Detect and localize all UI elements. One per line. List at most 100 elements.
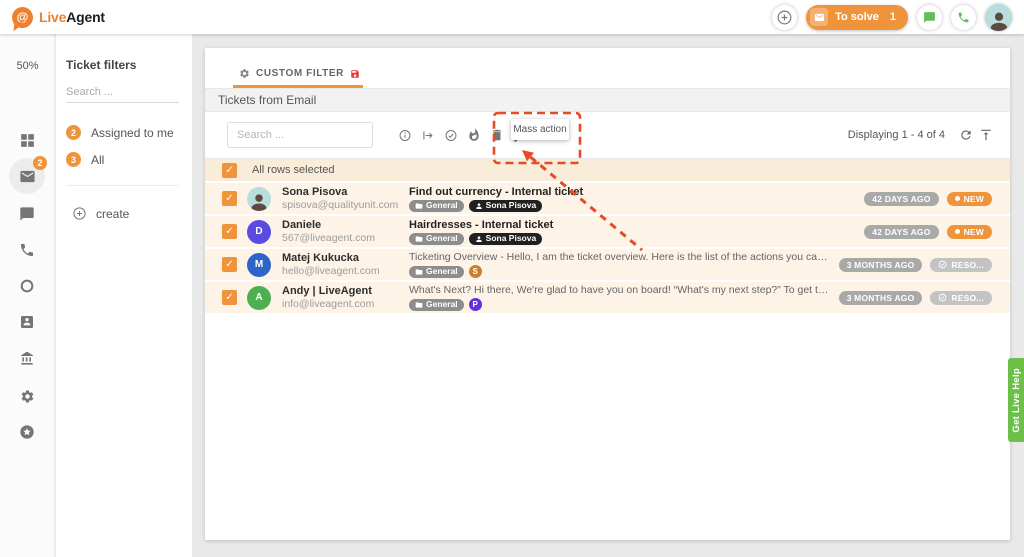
- requester-email: hello@liveagent.com: [282, 265, 402, 278]
- create-filter-button[interactable]: create: [72, 206, 129, 221]
- phone-icon: [19, 242, 35, 258]
- row-checkbox[interactable]: [222, 191, 237, 206]
- tag-circle[interactable]: P: [469, 298, 482, 311]
- get-live-help-button[interactable]: Get Live Help: [1008, 358, 1024, 442]
- capacity-label: 50%: [0, 60, 55, 72]
- time-badge: 3 MONTHS AGO: [839, 291, 923, 305]
- ticket-row[interactable]: Sona Pisova spisova@qualityunit.com Find…: [205, 183, 1010, 216]
- time-badge: 3 MONTHS AGO: [839, 258, 923, 272]
- tab-custom-filter[interactable]: CUSTOM FILTER: [233, 59, 366, 88]
- agent-tag[interactable]: Sona Pisova: [469, 233, 543, 245]
- tickets-card: CUSTOM FILTER Tickets from Email: [205, 48, 1010, 540]
- transfer-button[interactable]: [421, 125, 435, 145]
- row-badges: 42 DAYS AGO NEW: [864, 225, 992, 239]
- row-checkbox[interactable]: [222, 224, 237, 239]
- sidebar-item-contacts[interactable]: [9, 304, 45, 340]
- select-all-checkbox[interactable]: [222, 163, 237, 178]
- agent-label: Sona Pisova: [486, 199, 537, 212]
- ticket-subject: Find out currency - Internal ticket: [409, 186, 856, 199]
- agent-label: Sona Pisova: [486, 232, 537, 245]
- department-label: General: [426, 199, 458, 212]
- filter-name-bar: Tickets from Email: [205, 88, 1010, 112]
- star-circle-icon: [19, 424, 35, 440]
- department-label: General: [426, 232, 458, 245]
- to-solve-button[interactable]: To solve 1: [806, 5, 908, 30]
- displaying-label: Displaying 1 - 4 of 4: [848, 129, 945, 141]
- sidebar-item-social[interactable]: [9, 268, 45, 304]
- ticket-row[interactable]: M Matej Kukucka hello@liveagent.com Tick…: [205, 249, 1010, 282]
- requester-name: Andy | LiveAgent: [282, 285, 402, 298]
- spam-button[interactable]: [467, 125, 481, 145]
- add-button[interactable]: [772, 5, 797, 30]
- status-label: RESO...: [951, 260, 984, 270]
- ticket-subject: Hairdresses - Internal ticket: [409, 219, 856, 232]
- refresh-button[interactable]: [957, 125, 974, 145]
- sidebar-item-tickets[interactable]: 2: [9, 158, 45, 194]
- tag-circle[interactable]: S: [469, 265, 482, 278]
- toolbar-icons: [398, 125, 527, 145]
- status-badge: NEW: [947, 192, 992, 206]
- delete-button[interactable]: [490, 125, 504, 145]
- ticket-content: What's Next? Hi there, We're glad to hav…: [409, 284, 831, 311]
- person-icon: [475, 235, 483, 243]
- contact-card-icon: [19, 314, 35, 330]
- requester-name: Daniele: [282, 219, 402, 232]
- check-circle-icon: [444, 128, 458, 143]
- agent-tag[interactable]: Sona Pisova: [469, 200, 543, 212]
- department-tag[interactable]: General: [409, 200, 464, 212]
- ticket-tags: General Sona Pisova: [409, 233, 856, 245]
- envelope-icon: [810, 8, 828, 26]
- ticket-filters-panel: Ticket filters 2 Assigned to me 3 All cr…: [56, 34, 192, 557]
- toolbar: Displaying 1 - 4 of 4: [205, 112, 1010, 159]
- folder-icon: [415, 268, 423, 276]
- tickets-search-input[interactable]: [227, 122, 373, 148]
- department-tag[interactable]: General: [409, 266, 464, 278]
- requester-email: info@liveagent.com: [282, 298, 402, 311]
- ring-icon: [19, 278, 35, 294]
- info-button[interactable]: [398, 125, 412, 145]
- transfer-icon: [421, 128, 435, 143]
- row-checkbox[interactable]: [222, 257, 237, 272]
- save-icon[interactable]: [350, 69, 360, 79]
- panel-title: Ticket filters: [66, 58, 182, 72]
- sidebar-item-calls[interactable]: [9, 232, 45, 268]
- folder-icon: [415, 301, 423, 309]
- chats-button[interactable]: [917, 5, 942, 30]
- create-label: create: [96, 207, 129, 221]
- department-tag[interactable]: General: [409, 233, 464, 245]
- to-solve-count: 1: [890, 11, 896, 23]
- sidebar-item-addons[interactable]: [9, 414, 45, 450]
- avatar: [247, 187, 271, 211]
- requester: Andy | LiveAgent info@liveagent.com: [282, 285, 402, 311]
- resolve-button[interactable]: [444, 125, 458, 145]
- filter-item-assigned-to-me[interactable]: 2 Assigned to me: [66, 125, 182, 140]
- filter-count-badge: 3: [66, 152, 81, 167]
- tickets-badge: 2: [33, 156, 47, 170]
- avatar: D: [247, 220, 271, 244]
- folder-icon: [415, 235, 423, 243]
- sidebar-item-chats[interactable]: [9, 196, 45, 232]
- ticket-row[interactable]: A Andy | LiveAgent info@liveagent.com Wh…: [205, 282, 1010, 315]
- sidebar-item-academy[interactable]: [9, 340, 45, 376]
- calls-button[interactable]: [951, 5, 976, 30]
- row-checkbox[interactable]: [222, 290, 237, 305]
- ticket-row[interactable]: D Daniele 567@liveagent.com Hairdresses …: [205, 216, 1010, 249]
- plus-circle-icon: [72, 206, 87, 221]
- sidebar-item-dashboard[interactable]: [9, 122, 45, 158]
- scroll-top-button[interactable]: [977, 125, 994, 145]
- agent-avatar[interactable]: [985, 4, 1012, 31]
- time-badge: 42 DAYS AGO: [864, 225, 938, 239]
- department-tag[interactable]: General: [409, 299, 464, 311]
- person-photo-icon: [988, 9, 1010, 31]
- active-tab-underline: [233, 85, 363, 88]
- ticket-tags: General P: [409, 298, 831, 311]
- topbar-actions: To solve 1: [772, 4, 1012, 31]
- chat-icon: [923, 11, 936, 24]
- sidebar-item-settings[interactable]: [9, 378, 45, 414]
- filter-item-all[interactable]: 3 All: [66, 152, 182, 167]
- dot-icon: [955, 196, 960, 201]
- filters-search-input[interactable]: [66, 82, 179, 103]
- trash-icon: [490, 128, 504, 142]
- info-icon: [398, 128, 412, 143]
- mail-icon: [19, 168, 36, 185]
